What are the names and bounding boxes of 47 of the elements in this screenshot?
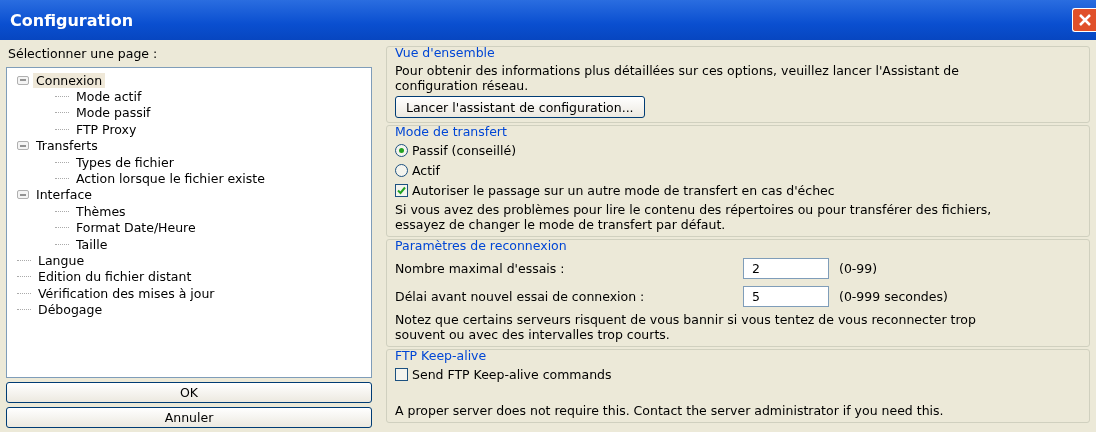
group-title: Mode de transfert	[395, 124, 508, 139]
tree-item[interactable]: Connexion	[33, 72, 106, 88]
tree-item[interactable]: Débogage	[35, 302, 106, 318]
collapse-icon[interactable]	[17, 141, 29, 151]
description-text: A proper server does not require this. Contact the server administrator if you need this.	[395, 403, 945, 418]
window-title: Configuration	[10, 10, 134, 30]
checkbox-label: Autoriser le passage sur un autre mode de transfert en cas d'échec	[412, 183, 835, 198]
wizard-button[interactable]: Lancer l'assistant de configuration...	[395, 96, 645, 118]
description-text: Si vous avez des problèmes pour lire le contenu des répertoires ou pour transférer des fichiers, essayez de changer le mode de transfert par défaut.	[395, 202, 993, 232]
group-title: Paramètres de reconnexion	[395, 238, 568, 253]
tree-item[interactable]: Types de fichier	[73, 154, 177, 170]
tree-item[interactable]: FTP Proxy	[73, 121, 140, 137]
checkbox[interactable]	[395, 368, 408, 381]
tree-item[interactable]: Mode actif	[73, 89, 145, 105]
tree-item[interactable]: Thèmes	[73, 203, 129, 219]
radio-button[interactable]	[395, 164, 408, 177]
group-title: Vue d'ensemble	[395, 45, 496, 60]
page-label: Sélectionner une page :	[7, 46, 159, 61]
description-text: Notez que certains serveurs risquent de vous bannir si vous tentez de vous reconnecter trop souvent ou avec des intervalles trop courts.	[395, 312, 977, 342]
description-text: Pour obtenir des informations plus détaillées sur ces options, veuillez lancer l'Assistant de configuration réseau.	[395, 63, 960, 93]
tree-item[interactable]: Langue	[35, 253, 88, 268]
close-button[interactable]	[1072, 8, 1096, 32]
checkbox[interactable]	[395, 184, 408, 197]
radio-button[interactable]	[395, 144, 408, 157]
tree-item[interactable]: Vérification des mises à jour	[35, 285, 218, 301]
tree-item[interactable]: Edition du fichier distant	[35, 269, 195, 285]
tree-item[interactable]: Mode passif	[73, 105, 154, 121]
group-title: FTP Keep-alive	[395, 348, 488, 363]
range-hint: (0-999 secondes)	[839, 289, 948, 304]
tree-item[interactable]: Interface	[33, 187, 95, 203]
field-label: Nombre maximal d'essais :	[395, 261, 566, 276]
range-hint: (0-99)	[839, 261, 878, 276]
tree-item[interactable]: Transferts	[33, 138, 101, 154]
input-field[interactable]: 2	[743, 258, 829, 279]
collapse-icon[interactable]	[17, 75, 29, 85]
checkbox-label: Send FTP Keep-alive commands	[412, 367, 612, 382]
collapse-icon[interactable]	[17, 190, 29, 200]
input-field[interactable]: 5	[743, 286, 829, 307]
radio-label: Actif	[412, 163, 440, 178]
tree-item[interactable]: Action lorsque le fichier existe	[73, 171, 268, 187]
tree-item[interactable]: Taille	[73, 236, 111, 252]
field-label: Délai avant nouvel essai de connexion :	[395, 289, 646, 304]
close-icon[interactable]	[1078, 14, 1091, 26]
radio-label: Passif (conseillé)	[412, 143, 517, 158]
ok-button[interactable]: OK	[6, 382, 372, 403]
tree-item[interactable]: Format Date/Heure	[73, 220, 199, 236]
cancel-button[interactable]: Annuler	[6, 407, 372, 428]
